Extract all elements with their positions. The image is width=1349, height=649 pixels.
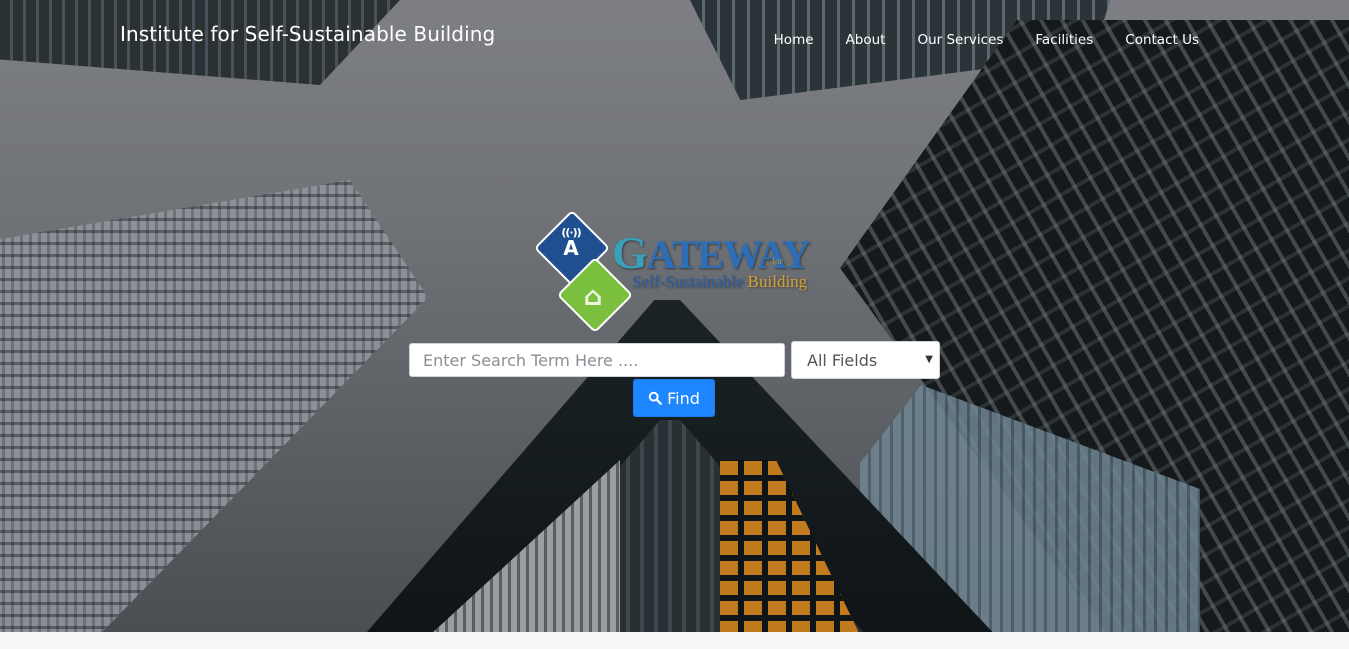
nav-contact-us[interactable]: Contact Us bbox=[1125, 32, 1199, 48]
nav-home[interactable]: Home bbox=[774, 32, 814, 48]
search-icon bbox=[648, 391, 662, 405]
gateway-logo: ((·)) A ⌂ GATEWAY for Self-Sustainable B… bbox=[532, 208, 822, 334]
logo-subtitle: Self-Sustainable Building bbox=[632, 272, 808, 291]
find-button[interactable]: Find bbox=[633, 379, 715, 417]
hero-background: Institute for Self-Sustainable Building … bbox=[0, 0, 1349, 632]
nav-our-services[interactable]: Our Services bbox=[917, 32, 1003, 48]
nav-facilities[interactable]: Facilities bbox=[1035, 32, 1093, 48]
nav-about[interactable]: About bbox=[846, 32, 886, 48]
logo-for: for bbox=[772, 256, 783, 266]
find-button-label: Find bbox=[667, 388, 700, 408]
page-bottom-strip bbox=[0, 632, 1349, 649]
house-icon: ⌂ bbox=[583, 282, 603, 312]
antenna-letter-icon: A bbox=[563, 236, 579, 260]
main-nav: Home About Our Services Facilities Conta… bbox=[774, 32, 1199, 48]
search-field-select[interactable]: All Fields ▼ bbox=[791, 341, 940, 379]
chevron-down-icon: ▼ bbox=[925, 354, 933, 365]
search-field-selected: All Fields bbox=[807, 350, 878, 370]
search-input[interactable] bbox=[409, 343, 785, 377]
site-brand[interactable]: Institute for Self-Sustainable Building bbox=[120, 22, 495, 46]
building-left bbox=[0, 180, 428, 632]
